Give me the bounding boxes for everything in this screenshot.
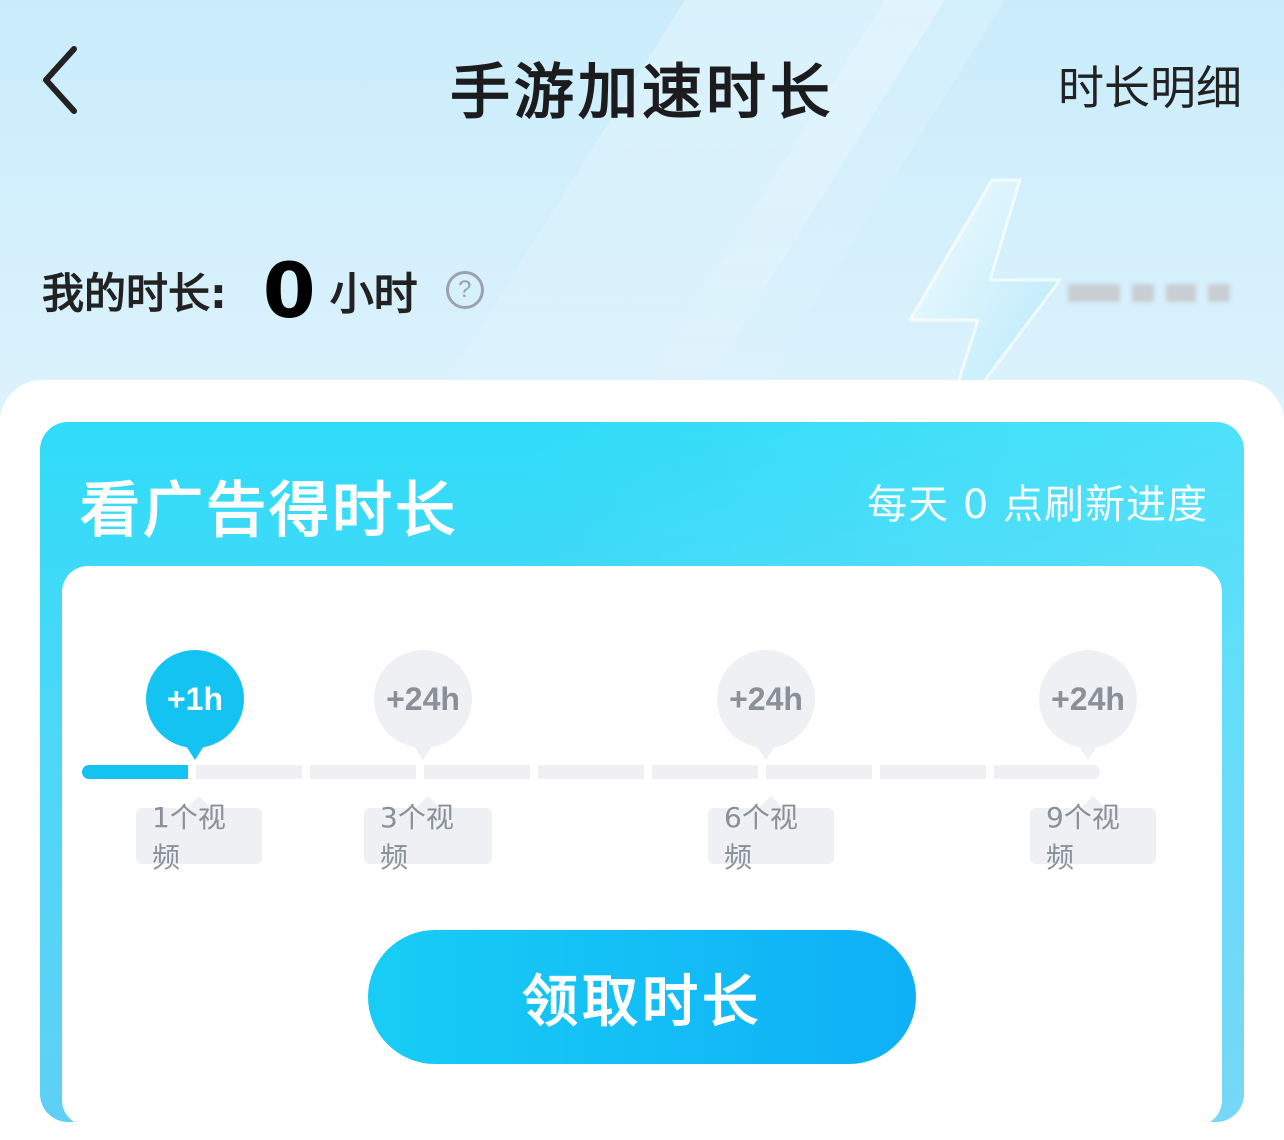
my-time-label: 我的时长: (42, 268, 227, 318)
claim-time-button[interactable]: 领取时长 (368, 930, 916, 1064)
my-time-unit: 小时 (329, 269, 418, 320)
video-progress-bar (82, 765, 1100, 779)
time-detail-link[interactable]: 时长明细 (1058, 52, 1242, 118)
progress-segment (424, 765, 530, 779)
milestone-bubble: +24h (374, 650, 472, 760)
progress-segment (196, 765, 302, 779)
refresh-note: 每天 0 点刷新进度 (867, 482, 1208, 528)
progress-segment (766, 765, 872, 779)
milestone-requirement: 9个视频 (1030, 796, 1156, 874)
milestone-requirement: 3个视频 (364, 796, 492, 874)
milestone-requirement: 6个视频 (708, 796, 834, 874)
blurred-text (1068, 284, 1230, 302)
help-icon[interactable]: ? (445, 271, 484, 309)
ad-section-title: 看广告得时长 (80, 476, 458, 546)
progress-segment (994, 765, 1100, 779)
milestone-bubble: +24h (717, 650, 815, 760)
milestone-requirement: 1个视频 (136, 796, 262, 874)
progress-segment (310, 765, 416, 779)
my-time-row: 我的时长: 0 小时 ? (42, 246, 484, 335)
progress-segment (880, 765, 986, 779)
progress-segment (652, 765, 758, 779)
progress-segment (538, 765, 644, 779)
milestone-bubble: +1h (146, 650, 244, 760)
milestone-bubble: +24h (1039, 650, 1137, 760)
progress-segment (82, 765, 188, 779)
watermark-logo-icon (997, 951, 1073, 1042)
my-time-value: 0 (262, 245, 316, 335)
